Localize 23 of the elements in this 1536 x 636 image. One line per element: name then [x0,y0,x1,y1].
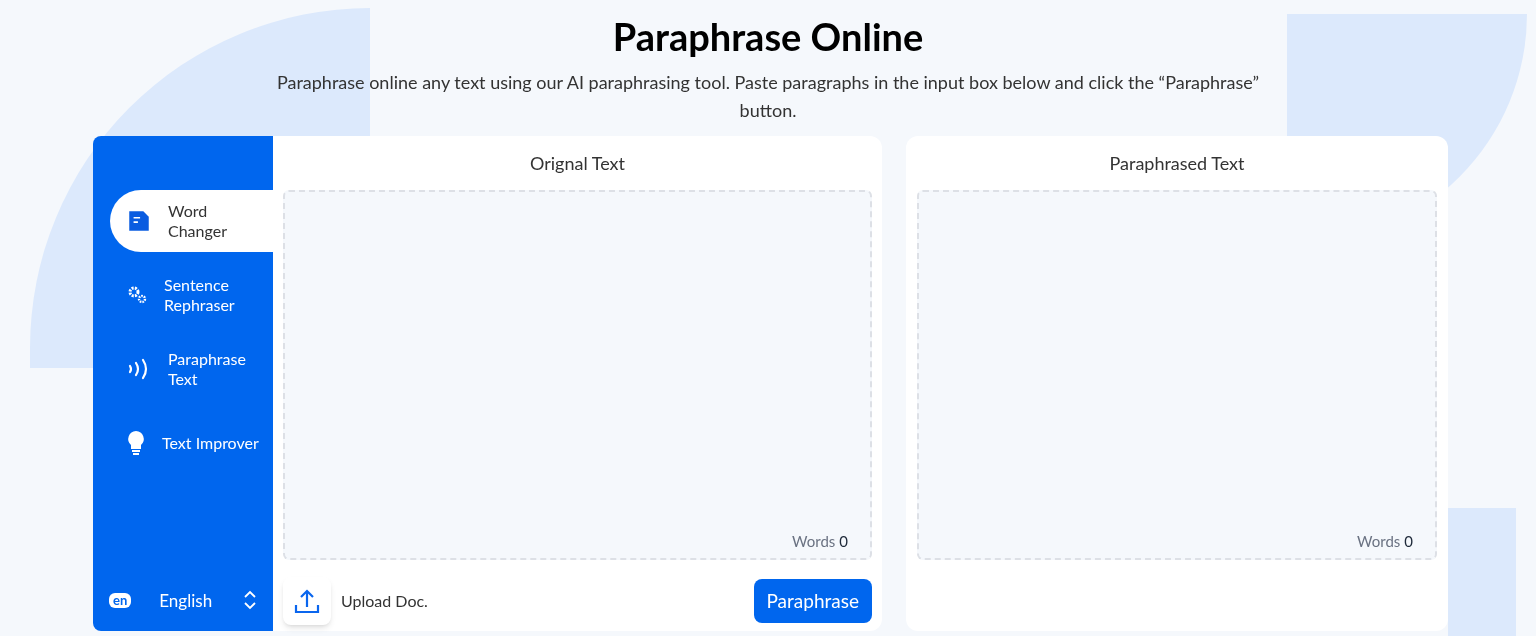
word-count-label: Words [792,530,836,552]
upload-button[interactable] [283,577,331,625]
tool-tab[interactable]: Sentence Rephraser [110,264,273,326]
document-icon [126,208,152,234]
tool-tab[interactable]: Text Improver [110,412,273,474]
language-select[interactable]: English [159,587,257,613]
word-count-value: 0 [839,530,848,552]
tool-tab[interactable]: Paraphrase Text [110,338,273,400]
paraphrase-button[interactable]: Paraphrase [753,579,872,623]
input-field[interactable] [283,190,872,560]
panel-heading: Paraphrased Text [1108,151,1246,176]
page-title: Paraphrase Online [612,12,924,60]
page-subtitle: Paraphrase online any text using our AI paraphrasing tool. Paste paragraphs in the input box below and click the “Paraphrase” button. [275,70,1261,123]
language-code-badge: en [109,592,132,608]
word-count-label: Words [1357,530,1401,552]
word-count-value: 0 [1404,530,1413,552]
tool-tab[interactable]: Word Changer [110,190,273,252]
up-down-chevron-icon [243,589,257,612]
panel-heading: Orignal Text [529,151,626,176]
gears-icon [126,284,148,306]
lightbulb-icon [126,430,146,456]
upload-icon [293,587,321,615]
upload-label: Upload Doc. [341,590,428,612]
